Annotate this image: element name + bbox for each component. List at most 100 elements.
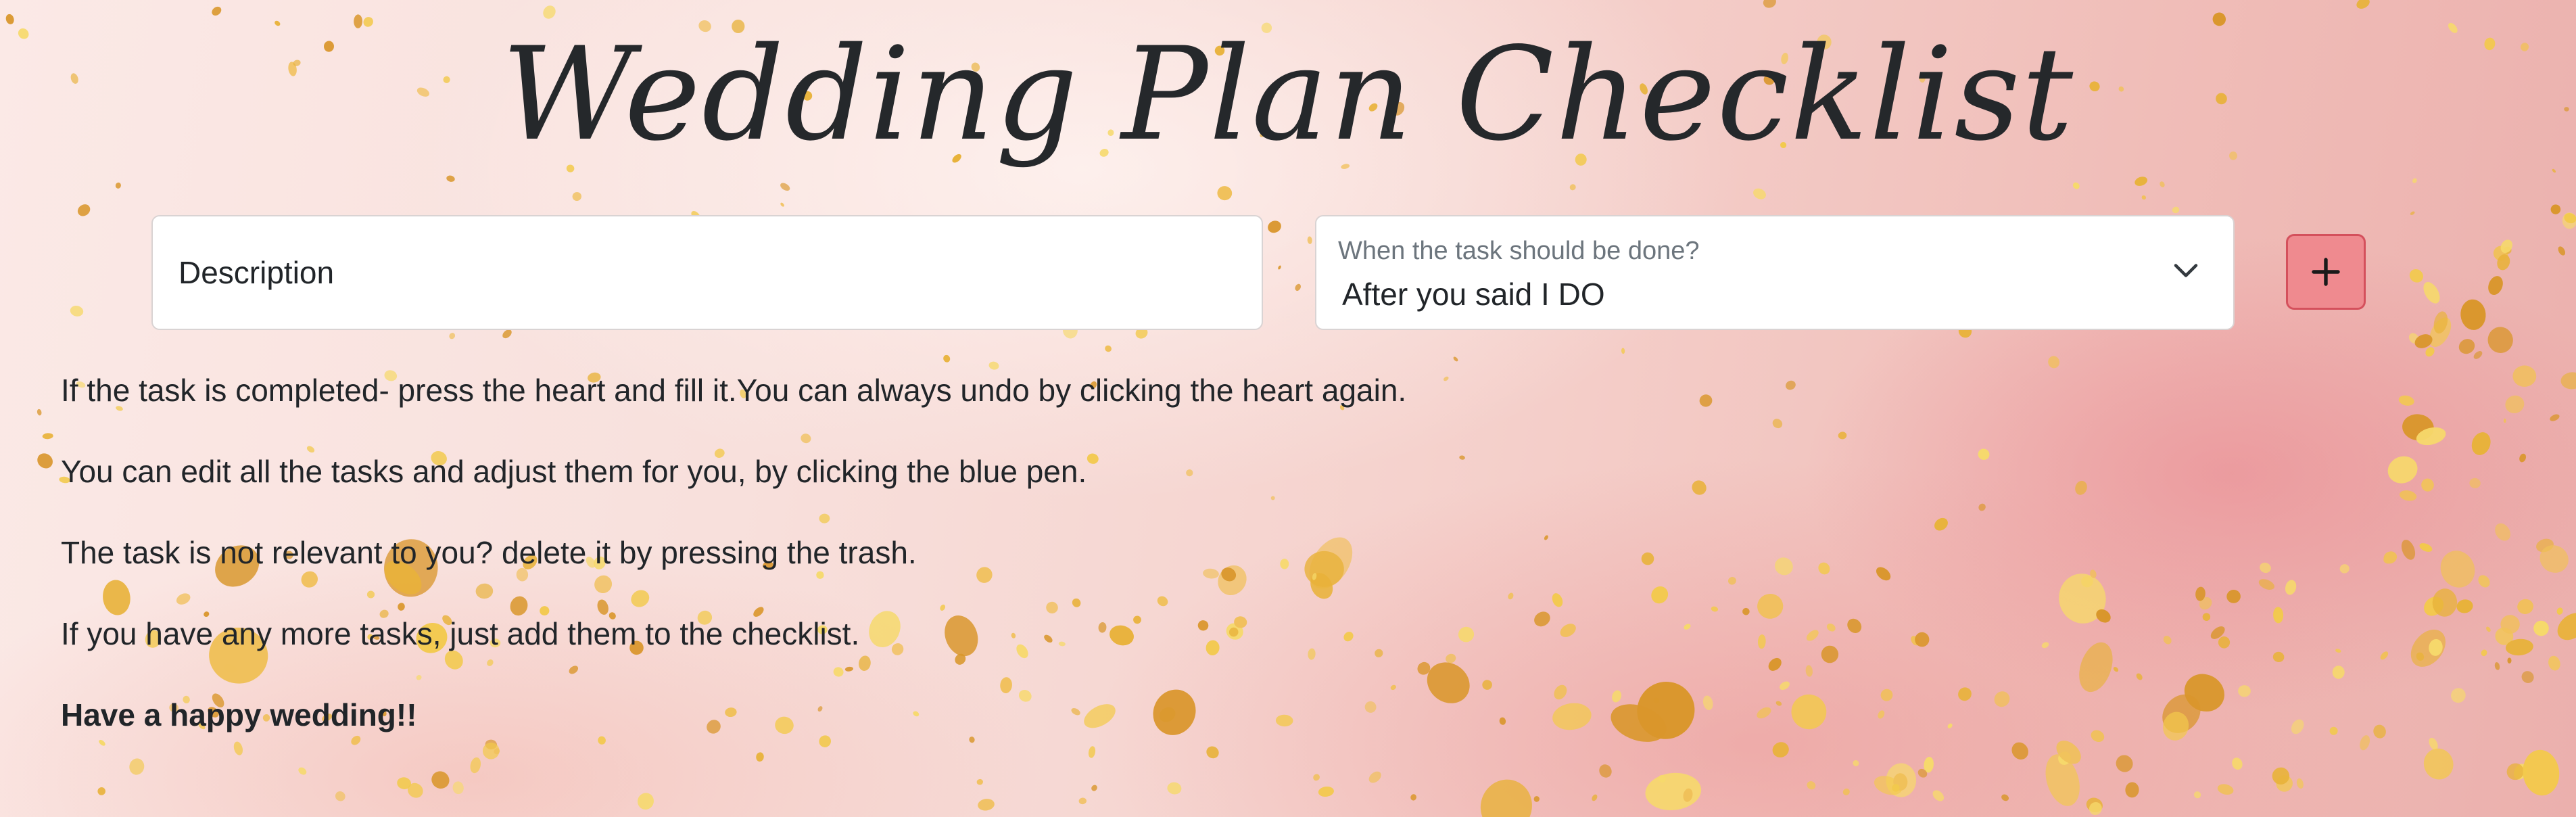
gold-speckle: [1295, 283, 1301, 291]
gold-speckle: [2296, 778, 2304, 789]
gold-speckle: [407, 783, 423, 798]
gold-speckle: [1683, 788, 1693, 802]
gold-speckle: [2488, 276, 2503, 296]
gold-speckle: [2517, 599, 2533, 614]
gold-speckle: [335, 791, 345, 801]
gold-speckle: [2493, 246, 2508, 261]
gold-speckle: [988, 361, 999, 370]
gold-speckle: [2536, 538, 2554, 553]
gold-speckle: [2500, 239, 2512, 254]
closing-message: Have a happy wedding!!: [61, 697, 417, 732]
gold-speckle: [2125, 782, 2139, 798]
gold-speckle: [2550, 414, 2560, 421]
gold-speckle: [1842, 788, 1850, 795]
gold-speckle: [1592, 794, 1598, 801]
gold-speckle: [1932, 790, 1945, 801]
gold-speckle: [2460, 299, 2486, 330]
gold-speckle: [2160, 181, 2165, 187]
when-select-label: When the task should be done?: [1338, 237, 1700, 265]
gold-speckle: [2556, 607, 2563, 615]
gold-speckle: [2089, 801, 2102, 816]
gold-speckle: [397, 777, 411, 789]
gold-speckle: [1278, 265, 1281, 270]
gold-speckle: [1105, 345, 1112, 352]
gold-speckle: [2513, 764, 2527, 780]
gold-speckle: [1318, 787, 1334, 797]
instruction-trash: The task is not relevant to you? delete …: [61, 535, 917, 570]
gold-speckle: [2048, 356, 2060, 369]
gold-speckle: [2505, 638, 2533, 656]
gold-speckle: [2172, 206, 2180, 214]
gold-speckle: [978, 799, 995, 811]
gold-speckle: [1480, 779, 1532, 817]
gold-speckle: [1569, 184, 1576, 191]
gold-speckle: [1645, 772, 1702, 810]
gold-speckle: [638, 793, 654, 810]
gold-speckle: [2086, 797, 2103, 813]
gold-speckle: [97, 787, 106, 795]
gold-speckle: [2548, 655, 2560, 671]
gold-speckle: [1533, 796, 1540, 802]
gold-speckle: [2550, 204, 2561, 214]
gold-speckle: [1453, 356, 1458, 362]
gold-speckle: [1091, 785, 1097, 791]
gold-speckle: [2414, 334, 2433, 348]
page-title: Wedding Plan Checklist: [501, 20, 2075, 169]
gold-speckle: [1763, 0, 1776, 8]
gold-speckle: [2423, 281, 2440, 304]
instruction-heart: If the task is completed- press the hear…: [61, 373, 1407, 408]
gold-speckle: [2141, 195, 2146, 200]
instruction-pen: You can edit all the tasks and adjust th…: [61, 454, 1087, 489]
gold-speckle: [1217, 186, 1233, 201]
gold-speckle: [2425, 347, 2435, 357]
gold-speckle: [1410, 794, 1416, 801]
gold-speckle: [452, 781, 464, 795]
gold-speckle: [70, 305, 84, 317]
gold-speckle: [37, 453, 53, 469]
gold-speckle: [780, 183, 790, 191]
gold-speckle: [976, 778, 983, 785]
gold-speckle: [2494, 662, 2500, 670]
gold-speckle: [2507, 657, 2512, 663]
description-input[interactable]: [151, 215, 1263, 330]
gold-speckle: [446, 175, 455, 182]
gold-speckle: [1892, 784, 1900, 792]
gold-speckle: [2533, 620, 2549, 636]
gold-speckle: [42, 433, 53, 440]
when-select[interactable]: When the task should be done? After you …: [1315, 215, 2235, 330]
when-select-value: After you said I DO: [1342, 277, 1605, 312]
gold-speckle: [572, 191, 581, 202]
gold-speckle: [780, 202, 784, 207]
gold-speckle: [1307, 236, 1312, 244]
gold-speckle: [2458, 339, 2475, 354]
gold-speckle: [2519, 453, 2527, 463]
gold-speckle: [2495, 627, 2514, 645]
gold-speckle: [2560, 372, 2576, 390]
gold-speckle: [2134, 177, 2148, 186]
gold-speckle: [2539, 545, 2569, 573]
gold-speckle: [2564, 213, 2576, 224]
gold-speckle: [2409, 269, 2423, 283]
plus-icon: [2312, 258, 2340, 286]
gold-speckle: [1167, 782, 1182, 795]
gold-speckle: [2512, 365, 2537, 387]
gold-speckle: [449, 333, 456, 340]
gold-speckle: [2505, 395, 2525, 414]
gold-speckle: [2217, 784, 2234, 795]
gold-speckle: [2412, 178, 2417, 183]
gold-speckle: [2506, 763, 2524, 780]
gold-speckle: [2408, 333, 2419, 344]
gold-speckle: [1078, 797, 1087, 805]
gold-speckle: [2504, 246, 2512, 254]
add-task-button[interactable]: [2286, 234, 2366, 310]
gold-speckle: [2487, 327, 2513, 353]
gold-speckle: [1621, 348, 1625, 354]
gold-speckle: [2497, 254, 2510, 271]
gold-speckle: [2562, 212, 2576, 229]
gold-speckle: [2503, 418, 2506, 423]
gold-speckle: [2557, 613, 2576, 640]
gold-speckle: [2356, 0, 2370, 9]
gold-speckle: [943, 354, 951, 363]
gold-speckle: [2523, 749, 2560, 796]
gold-speckle: [2001, 794, 2009, 801]
